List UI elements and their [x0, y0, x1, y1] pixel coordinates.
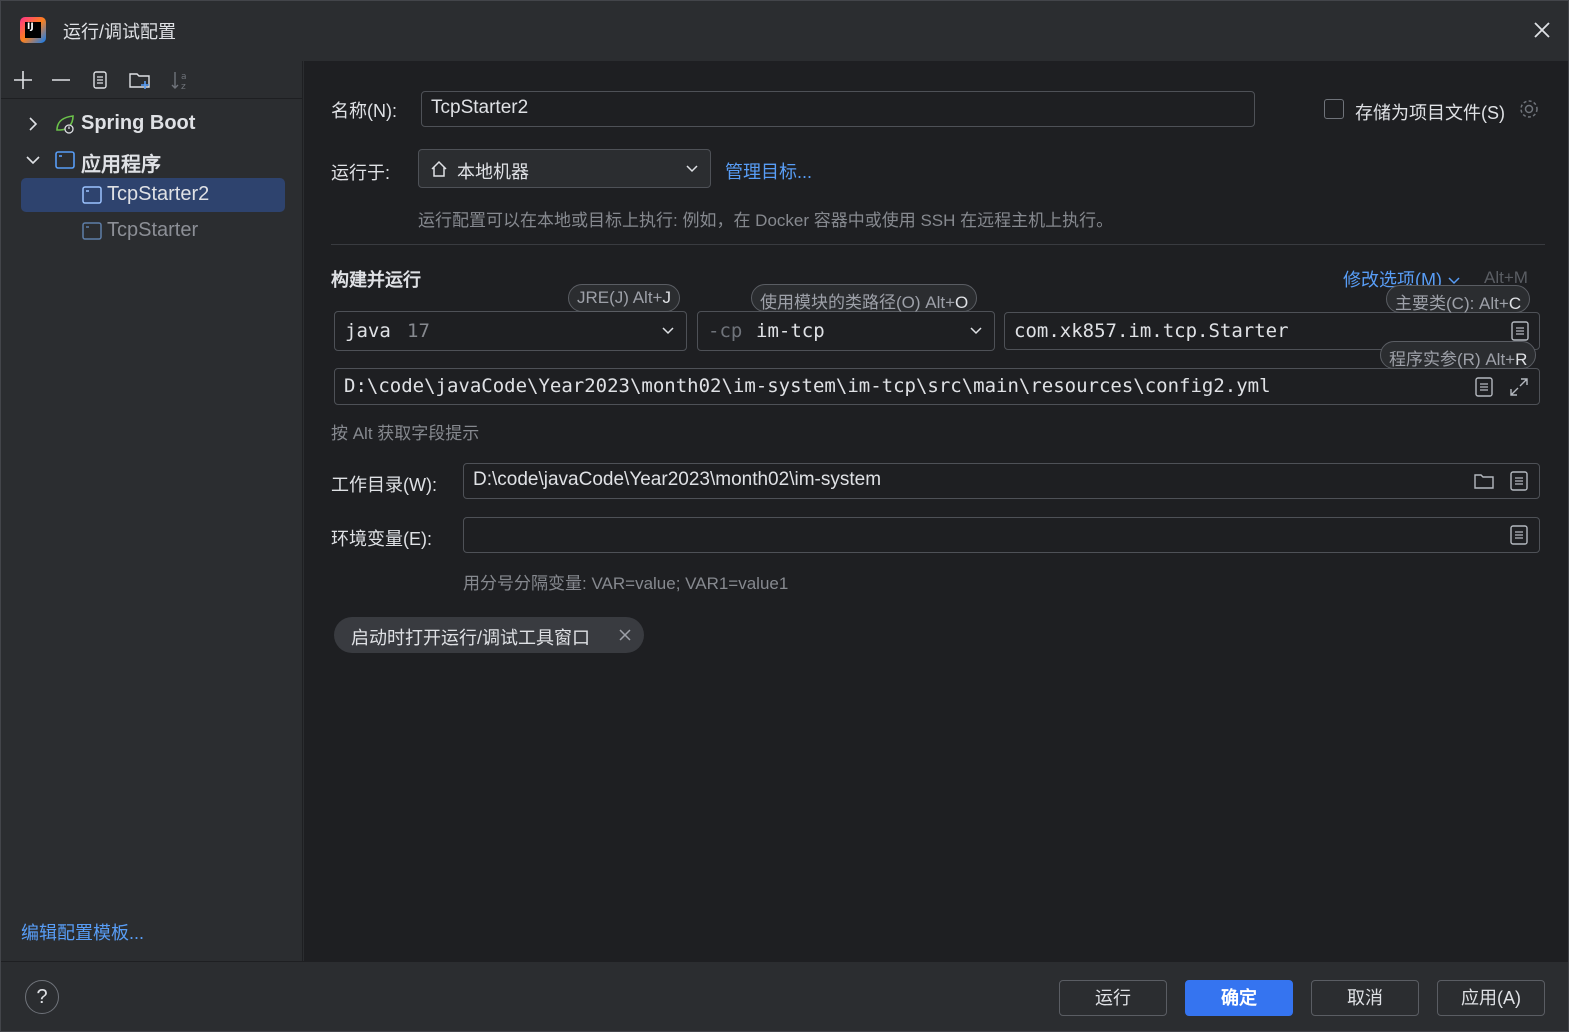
program-arguments-value: D:\code\javaCode\Year2023\month02\im-sys…: [344, 375, 1271, 397]
hint-label: 程序实参(R) Alt+: [1389, 350, 1516, 369]
folder-icon[interactable]: [1473, 470, 1495, 492]
name-value: TcpStarter2: [431, 97, 529, 118]
chip-label: 启动时打开运行/调试工具窗口: [351, 628, 590, 648]
new-folder-icon[interactable]: [128, 68, 152, 92]
help-button[interactable]: ?: [25, 980, 59, 1014]
working-directory-value: D:\code\javaCode\Year2023\month02\im-sys…: [473, 469, 882, 490]
dialog-title: 运行/调试配置: [63, 22, 177, 42]
chevron-down-icon: [662, 327, 674, 335]
module-classpath-dropdown[interactable]: -cp im-tcp: [697, 311, 995, 351]
tree-item-tcpstarter2[interactable]: TcpStarter2: [21, 178, 285, 212]
section-divider: [331, 244, 1545, 245]
tree-item-spring-boot[interactable]: Spring Boot: [1, 107, 303, 141]
application-config-icon: [82, 222, 102, 240]
run-button[interactable]: 运行: [1059, 980, 1167, 1016]
logo-text: IJ: [27, 22, 34, 32]
tree-item-label: 应用程序: [81, 154, 161, 176]
dialog-footer: ? 运行 确定 取消 应用(A): [1, 961, 1568, 1031]
run-on-dropdown[interactable]: 本地机器: [418, 149, 711, 188]
browse-list-icon[interactable]: [1509, 320, 1531, 342]
program-arguments-shortcut-hint: 程序实参(R) Alt+R: [1380, 341, 1537, 369]
close-icon[interactable]: [1529, 17, 1555, 43]
remove-icon[interactable]: [49, 68, 73, 92]
working-directory-field[interactable]: D:\code\javaCode\Year2023\month02\im-sys…: [463, 463, 1540, 499]
program-arguments-field[interactable]: D:\code\javaCode\Year2023\month02\im-sys…: [334, 368, 1540, 405]
jre-name: java: [345, 320, 391, 342]
environment-variables-hint: 用分号分隔变量: VAR=value; VAR1=value1: [463, 574, 789, 593]
sort-alpha-icon[interactable]: a z: [168, 68, 192, 92]
hint-key: O: [955, 293, 969, 312]
chevron-down-icon: [686, 165, 698, 173]
open-run-tool-window-chip[interactable]: 启动时打开运行/调试工具窗口: [334, 617, 644, 653]
run-on-hint: 运行配置可以在本地或目标上执行: 例如，在 Docker 容器中或使用 SSH …: [418, 211, 1114, 230]
alt-field-hint: 按 Alt 获取字段提示: [331, 424, 480, 443]
environment-variables-field[interactable]: [463, 517, 1540, 553]
chevron-down-icon: [970, 327, 982, 335]
intellij-logo-icon: IJ: [20, 17, 46, 43]
chevron-down-icon[interactable]: [23, 150, 43, 170]
main-class-shortcut-hint: 主要类(C): Alt+C: [1386, 285, 1531, 313]
jre-version: 17: [407, 320, 430, 342]
main-class-value: com.xk857.im.tcp.Starter: [1014, 320, 1289, 342]
cancel-button[interactable]: 取消: [1311, 980, 1419, 1016]
sidebar-toolbar: a z: [1, 61, 303, 99]
spring-boot-icon: [56, 115, 74, 134]
tree-item-application[interactable]: 应用程序: [1, 143, 303, 177]
tree-item-label: TcpStarter: [107, 219, 199, 241]
application-icon: [55, 151, 75, 169]
run-debug-config-dialog: IJ 运行/调试配置 a z Spring Boot 应用程序 TcpStart…: [0, 0, 1569, 1032]
chevron-right-icon[interactable]: [23, 114, 43, 134]
tree-item-label: TcpStarter2: [107, 183, 210, 205]
add-icon[interactable]: [11, 68, 35, 92]
config-sidebar: a z Spring Boot 应用程序 TcpStarter2 TcpStar…: [1, 61, 303, 961]
copy-icon[interactable]: [88, 68, 112, 92]
svg-text:z: z: [181, 82, 186, 92]
tree-item-tcpstarter[interactable]: TcpStarter: [1, 214, 303, 248]
tree-item-label: Spring Boot: [81, 112, 196, 134]
browse-list-icon[interactable]: [1473, 376, 1495, 398]
title-bar: IJ 运行/调试配置: [1, 1, 1568, 61]
ok-button[interactable]: 确定: [1185, 980, 1293, 1016]
module-value: im-tcp: [756, 320, 825, 342]
working-directory-label: 工作目录(W):: [331, 475, 437, 495]
gear-icon[interactable]: [1518, 98, 1540, 120]
module-shortcut-hint: 使用模块的类路径(O) Alt+O: [751, 284, 978, 312]
close-icon[interactable]: [618, 628, 632, 642]
svg-text:a: a: [181, 72, 187, 82]
cp-prefix: -cp: [708, 320, 743, 342]
hint-label: 主要类(C): Alt+: [1395, 294, 1509, 313]
edit-templates-link[interactable]: 编辑配置模板...: [21, 919, 144, 945]
jre-dropdown[interactable]: java 17: [334, 311, 687, 351]
browse-list-icon[interactable]: [1508, 470, 1530, 492]
manage-targets-link[interactable]: 管理目标...: [725, 158, 812, 184]
store-as-project-file-label: 存储为项目文件(S): [1355, 103, 1505, 123]
hint-key: R: [1515, 350, 1528, 369]
apply-button[interactable]: 应用(A): [1437, 980, 1545, 1016]
environment-variables-label: 环境变量(E):: [331, 529, 432, 549]
name-label: 名称(N):: [331, 101, 397, 121]
application-config-icon: [82, 186, 102, 204]
hint-label: JRE(J) Alt+: [577, 288, 663, 307]
hint-key: J: [662, 288, 672, 307]
home-icon: [431, 160, 447, 177]
browse-list-icon[interactable]: [1508, 524, 1530, 546]
hint-label: 使用模块的类路径(O) Alt+: [760, 293, 956, 312]
name-field[interactable]: TcpStarter2: [421, 91, 1255, 127]
run-on-label: 运行于:: [331, 163, 391, 183]
config-editor: 名称(N): TcpStarter2 存储为项目文件(S) 运行于: 本地机器 …: [304, 61, 1568, 961]
build-and-run-title: 构建并运行: [331, 270, 421, 290]
hint-key: C: [1508, 294, 1522, 313]
run-on-value: 本地机器: [457, 162, 529, 182]
jre-shortcut-hint: JRE(J) Alt+J: [568, 284, 680, 312]
expand-icon[interactable]: [1508, 376, 1530, 398]
store-as-project-file-checkbox[interactable]: [1324, 99, 1344, 119]
